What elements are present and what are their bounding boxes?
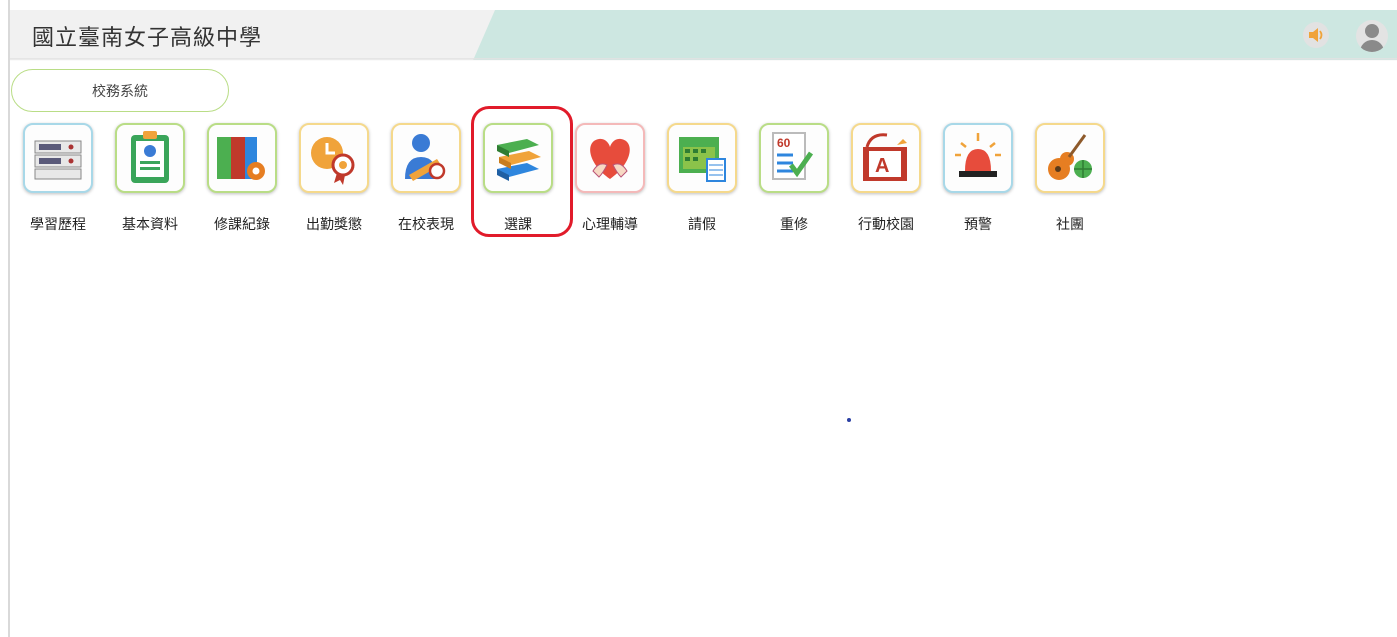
app-label: 出勤獎懲	[306, 216, 362, 232]
speaker-icon[interactable]	[1303, 22, 1329, 48]
person-sash-medal-icon	[391, 123, 461, 193]
tab-school-system-label: 校務系統	[92, 82, 148, 99]
archive-boxes-icon	[23, 123, 93, 193]
clock-medal-icon	[299, 123, 369, 193]
app-label: 在校表現	[398, 216, 454, 232]
svg-text:60: 60	[777, 136, 791, 150]
app-counseling[interactable]: 心理輔導	[570, 122, 650, 234]
calendar-icon	[667, 123, 737, 193]
app-basic-info[interactable]: 基本資料	[110, 122, 190, 234]
alarm-siren-icon	[943, 123, 1013, 193]
app-retake[interactable]: 60 重修	[754, 122, 834, 234]
app-label: 請假	[688, 216, 716, 232]
site-title: 國立臺南女子高級中學	[32, 25, 263, 50]
app-label: 心理輔導	[582, 216, 638, 232]
app-label: 重修	[780, 216, 808, 232]
app-early-warning[interactable]: 預警	[938, 122, 1018, 234]
heart-hands-icon	[575, 123, 645, 193]
app-course-record[interactable]: 修課紀錄	[202, 122, 282, 234]
id-card-clipboard-icon	[115, 123, 185, 193]
app-grid: 學習歷程 基本資料 修課紀錄 出勤獎懲 在校表現 選課 心理輔導 請假 60 重…	[18, 122, 1138, 242]
header-shadow	[10, 58, 1397, 61]
loading-indicator	[847, 418, 851, 422]
app-label: 行動校園	[858, 216, 914, 232]
checklist-score-icon: 60	[759, 123, 829, 193]
app-mobile-campus[interactable]: A 行動校園	[846, 122, 926, 234]
app-clubs[interactable]: 社團	[1030, 122, 1110, 234]
user-avatar-icon[interactable]	[1356, 20, 1388, 52]
app-label: 社團	[1056, 216, 1084, 232]
app-leave-request[interactable]: 請假	[662, 122, 742, 234]
tab-school-system[interactable]: 校務系統	[11, 69, 229, 112]
left-border	[8, 0, 10, 637]
mobile-campus-icon: A	[851, 123, 921, 193]
app-school-performance[interactable]: 在校表現	[386, 122, 466, 234]
app-learning-portfolio[interactable]: 學習歷程	[18, 122, 98, 234]
app-label: 修課紀錄	[214, 216, 270, 232]
guitar-ball-icon	[1035, 123, 1105, 193]
selection-highlight	[471, 106, 573, 237]
top-header: 國立臺南女子高級中學	[10, 10, 1397, 61]
app-label: 預警	[964, 216, 992, 232]
app-label: 基本資料	[122, 216, 178, 232]
binders-gear-icon	[207, 123, 277, 193]
app-attendance-merits[interactable]: 出勤獎懲	[294, 122, 374, 234]
svg-text:A: A	[875, 155, 889, 177]
app-label: 學習歷程	[30, 216, 86, 232]
